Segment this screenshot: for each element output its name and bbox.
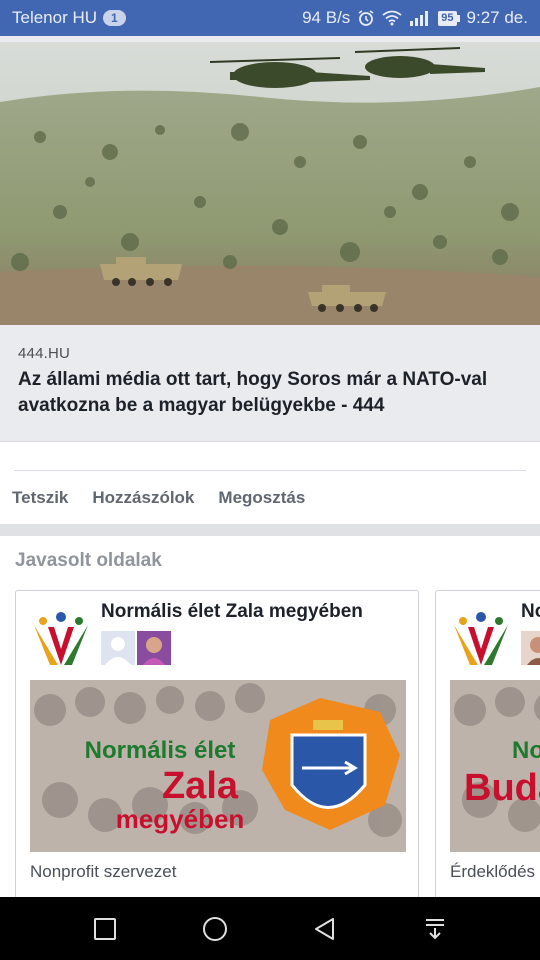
page-logo-icon[interactable] xyxy=(30,607,92,669)
friend-avatars xyxy=(521,631,540,665)
link-meta[interactable]: 444.HU Az állami média ott tart, hogy So… xyxy=(0,325,540,442)
friend-avatar xyxy=(137,631,171,665)
status-right-group: 94 B/s 95 9:27 de. xyxy=(302,8,528,28)
page-category: Nonprofit szervezet xyxy=(30,862,177,881)
suggested-pages-section: Javasolt oldalak Normális élet Zala megy… xyxy=(0,536,540,897)
home-circle-icon xyxy=(203,916,227,941)
page-name[interactable]: Normális élet Zala megyében xyxy=(101,601,363,623)
page-category: Érdeklődés xyxy=(450,862,536,881)
page-cover-image[interactable]: No Buda xyxy=(450,680,540,852)
clock: 9:27 de. xyxy=(466,8,528,27)
notification-shade-button[interactable] xyxy=(415,909,455,949)
recents-square-icon xyxy=(94,917,116,940)
friend-avatars xyxy=(101,631,171,665)
cover-text-line2: Zala xyxy=(162,765,239,807)
page-cover-image[interactable]: Normális élet Zala megyében xyxy=(30,680,406,852)
carrier-name: Telenor HU xyxy=(12,8,98,27)
cover-text-line1: No xyxy=(512,737,540,764)
suggested-pages-heading: Javasolt oldalak xyxy=(15,550,162,571)
cover-text-line3: megyében xyxy=(116,804,245,834)
back-button[interactable] xyxy=(305,909,345,949)
alarm-icon xyxy=(358,10,374,26)
link-domain: 444.HU xyxy=(18,345,71,362)
wifi-icon xyxy=(382,10,402,26)
battery-level: 95 xyxy=(438,10,457,26)
carrier-group: Telenor HU 1 xyxy=(12,8,126,28)
suggested-page-card[interactable]: No No Buda Érdeklődés xyxy=(435,590,540,897)
recents-button[interactable] xyxy=(85,909,125,949)
cover-text-line1: Normális élet xyxy=(85,737,236,764)
system-nav-bar xyxy=(0,897,540,960)
post-actions-area: Tetszik Hozzászólok Megosztás xyxy=(0,442,540,524)
article-image-helicopters-tanks[interactable] xyxy=(0,42,540,325)
link-title[interactable]: Az állami média ott tart, hogy Soros már… xyxy=(18,367,522,419)
suggested-page-card[interactable]: Normális élet Zala megyében Normális éle… xyxy=(15,590,419,897)
home-button[interactable] xyxy=(195,909,235,949)
signal-icon xyxy=(410,11,429,26)
page-name[interactable]: No xyxy=(521,601,540,623)
actions-divider xyxy=(14,470,526,471)
battery-icon: 95 xyxy=(438,10,460,26)
section-separator xyxy=(0,524,540,536)
comment-button[interactable]: Hozzászólok xyxy=(92,488,194,508)
page-logo-icon[interactable] xyxy=(450,607,512,669)
link-preview-card[interactable]: 444.HU Az állami média ott tart, hogy So… xyxy=(0,42,540,442)
friend-avatar-placeholder xyxy=(101,631,135,665)
actions-row: Tetszik Hozzászólok Megosztás xyxy=(12,488,305,508)
cover-text-line2: Buda xyxy=(464,767,540,809)
battery-tip xyxy=(456,14,460,22)
status-bar: Telenor HU 1 94 B/s 95 9:27 de. xyxy=(0,0,540,36)
network-speed: 94 B/s xyxy=(302,8,351,27)
friend-avatar xyxy=(521,631,540,665)
share-button[interactable]: Megosztás xyxy=(218,488,305,508)
notification-count-badge: 1 xyxy=(103,10,126,26)
like-button[interactable]: Tetszik xyxy=(12,488,68,508)
notification-pull-down-icon xyxy=(426,918,444,939)
back-triangle-icon xyxy=(315,917,334,940)
